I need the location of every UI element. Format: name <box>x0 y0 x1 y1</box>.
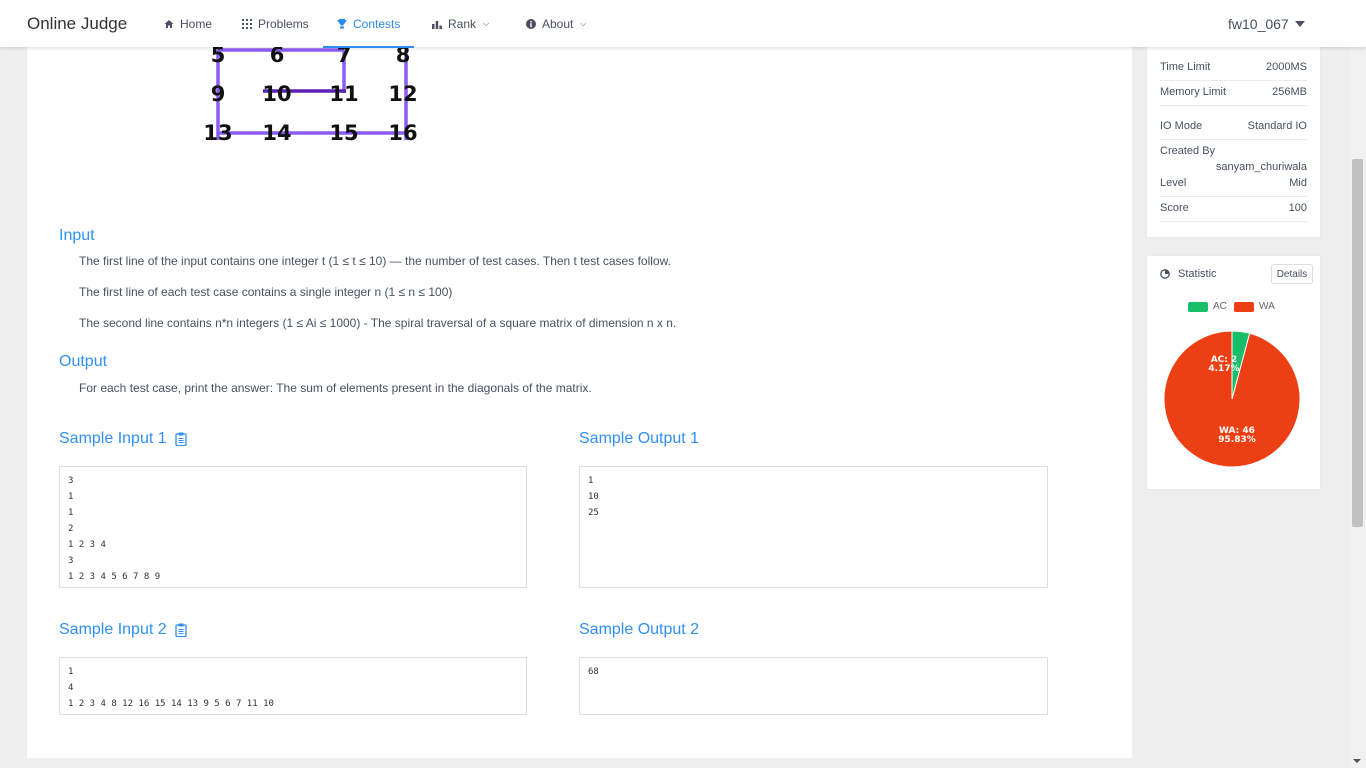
pie-label-ac-percent: 4.17% <box>1208 364 1239 374</box>
sample-input-2-label: Sample Input 2 <box>59 621 167 638</box>
input-description-line: The first line of the input contains one… <box>79 254 671 268</box>
nav-contests-label: Contests <box>353 17 401 31</box>
nav-problems[interactable]: Problems <box>242 17 309 31</box>
sample-output-2-title: Sample Output 2 <box>579 621 700 638</box>
level-row: Level Mid <box>1160 177 1307 189</box>
statistic-title-label: Statistic <box>1178 268 1217 280</box>
score-label: Score <box>1160 202 1189 214</box>
sample-input-1-title: Sample Input 1 <box>59 430 187 448</box>
brand-logo[interactable]: Online Judge <box>27 14 127 34</box>
sample-input-1-box[interactable]: 3 1 1 2 1 2 3 4 3 1 2 3 4 5 6 7 8 9 <box>59 466 527 588</box>
score-row: Score 100 <box>1160 202 1307 214</box>
scroll-down-arrow-icon[interactable] <box>1353 759 1361 763</box>
figure-number: 8 <box>396 45 411 67</box>
memory-limit-value: 256MB <box>1272 86 1307 98</box>
problem-panel <box>27 0 1132 758</box>
details-button[interactable]: Details <box>1271 264 1313 284</box>
sample-output-2-box[interactable]: 68 <box>579 657 1048 715</box>
pie-chart-icon <box>1160 269 1170 279</box>
divider <box>1160 105 1307 106</box>
figure-number: 7 <box>337 45 352 67</box>
bar-chart-icon <box>432 21 442 29</box>
sample-input-1-label: Sample Input 1 <box>59 430 167 447</box>
divider <box>1160 139 1307 140</box>
legend-ac-swatch <box>1188 301 1208 312</box>
sample-input-2-title: Sample Input 2 <box>59 621 187 639</box>
chevron-down-icon: ⌵ <box>580 19 587 28</box>
chevron-down-icon: ⌵ <box>483 19 490 28</box>
created-by-value[interactable]: sanyam_churiwala <box>1216 161 1307 173</box>
clipboard-icon[interactable] <box>174 623 187 637</box>
nav-about[interactable]: About ⌵ <box>526 17 586 31</box>
clipboard-icon[interactable] <box>174 432 187 446</box>
divider <box>1160 80 1307 81</box>
legend-ac[interactable]: AC <box>1188 301 1227 312</box>
created-by-value-row: sanyam_churiwala <box>1160 161 1307 173</box>
divider <box>1160 221 1307 222</box>
input-description-line: The first line of each test case contain… <box>79 285 453 299</box>
time-limit-label: Time Limit <box>1160 61 1211 73</box>
nav-about-label: About <box>542 17 574 31</box>
top-navbar: Online Judge Home Problems Contests Rank… <box>0 0 1366 48</box>
legend-wa-label: WA <box>1259 301 1275 312</box>
figure-number: 15 <box>329 121 358 145</box>
input-heading: Input <box>59 227 95 244</box>
figure-number: 5 <box>211 45 226 67</box>
nav-contests[interactable]: Contests <box>322 17 415 48</box>
memory-limit-label: Memory Limit <box>1160 86 1227 98</box>
nav-rank-label: Rank <box>448 17 477 31</box>
info-icon <box>526 19 536 29</box>
time-limit-value: 2000MS <box>1266 61 1307 73</box>
legend-wa-swatch <box>1234 301 1254 312</box>
spiral-matrix-figure: 5 6 7 8 9 10 11 12 13 14 15 16 <box>203 45 417 145</box>
page-scrollbar[interactable] <box>1349 47 1366 768</box>
figure-number: 10 <box>262 82 291 106</box>
level-label: Level <box>1160 177 1187 189</box>
figure-number: 14 <box>262 121 291 145</box>
figure-number: 9 <box>211 82 226 106</box>
nav-home-label: Home <box>180 17 213 31</box>
trophy-icon <box>337 19 347 29</box>
nav-rank[interactable]: Rank ⌵ <box>432 17 489 31</box>
legend-ac-label: AC <box>1213 301 1227 312</box>
pie-label-wa-percent: 95.83% <box>1218 435 1256 445</box>
caret-down-icon <box>1294 21 1305 27</box>
nav-home[interactable]: Home <box>164 17 212 31</box>
result-pie-chart: AC: 2 4.17% WA: 46 95.83% <box>1163 330 1301 468</box>
time-limit-row: Time Limit 2000MS <box>1160 61 1307 73</box>
figure-number: 13 <box>203 121 232 145</box>
user-menu[interactable]: fw10_067 <box>1228 16 1305 32</box>
sample-output-1-box[interactable]: 1 10 25 <box>579 466 1048 588</box>
score-value: 100 <box>1288 202 1307 214</box>
divider <box>1160 196 1307 197</box>
io-mode-row: IO Mode Standard IO <box>1160 120 1307 132</box>
username: fw10_067 <box>1228 16 1289 32</box>
legend-wa[interactable]: WA <box>1234 301 1275 312</box>
grid-icon <box>242 19 252 29</box>
created-by-label: Created By <box>1160 145 1216 157</box>
output-heading: Output <box>59 353 108 370</box>
home-icon <box>164 20 174 28</box>
figure-number: 12 <box>388 82 417 106</box>
level-value: Mid <box>1289 177 1307 189</box>
input-description-line: The second line contains n*n integers (1… <box>79 316 677 330</box>
output-description-line: For each test case, print the answer: Th… <box>79 381 592 395</box>
io-mode-value: Standard IO <box>1247 120 1307 132</box>
scrollbar-thumb[interactable] <box>1352 159 1363 527</box>
created-by-row: Created By <box>1160 145 1307 157</box>
figure-number: 6 <box>270 45 285 67</box>
sample-input-2-box[interactable]: 1 4 1 2 3 4 8 12 16 15 14 13 9 5 6 7 11 … <box>59 657 527 715</box>
figure-number: 16 <box>388 121 417 145</box>
nav-problems-label: Problems <box>258 17 309 31</box>
figure-number: 11 <box>329 82 358 106</box>
memory-limit-row: Memory Limit 256MB <box>1160 86 1307 98</box>
statistic-panel: Statistic Details AC WA AC: 2 4.17% WA: … <box>1146 255 1321 490</box>
sample-output-1-title: Sample Output 1 <box>579 430 700 447</box>
problem-info-panel: Time Limit 2000MS Memory Limit 256MB IO … <box>1146 40 1321 238</box>
io-mode-label: IO Mode <box>1160 120 1203 132</box>
statistic-title: Statistic <box>1160 268 1217 280</box>
